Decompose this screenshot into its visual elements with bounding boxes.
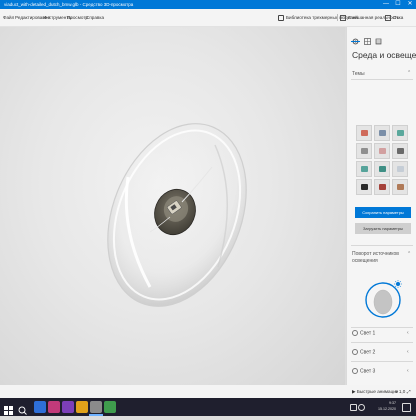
visual-studio-icon[interactable]: [62, 401, 74, 413]
theme-thumbnail[interactable]: [374, 179, 390, 195]
other-label: Отка: [393, 15, 404, 20]
taskbar: 9:37 15.12.2020: [0, 398, 416, 416]
other-icon: [385, 14, 391, 21]
rotate-lights-label-line1: Поворот источников: [352, 251, 399, 257]
toolbar-separator: [337, 14, 338, 21]
rotate-lights-label-line2: освещения: [352, 258, 378, 264]
play-icon: ▶: [352, 389, 356, 394]
theme-thumbnail[interactable]: [356, 161, 372, 177]
divider: [351, 79, 413, 80]
app-icon[interactable]: [104, 401, 116, 413]
themes-header[interactable]: Темы: [352, 71, 365, 77]
theme-swatch: [361, 166, 368, 172]
chevron-left-icon[interactable]: ‹: [407, 349, 409, 355]
theme-swatch: [379, 166, 386, 172]
volume-icon[interactable]: [358, 404, 365, 411]
network-icon[interactable]: [350, 404, 357, 411]
active-tab-indicator: [351, 41, 360, 42]
library-icon: [278, 14, 284, 21]
mixed-reality-icon: [340, 14, 346, 21]
menu-help[interactable]: Справка: [86, 9, 104, 26]
theme-swatch: [361, 130, 368, 136]
theme-thumbnail[interactable]: [374, 143, 390, 159]
window-title: viaduct_with-detailed_dutch_bmw.glb - Ср…: [4, 2, 134, 7]
windows-start-icon[interactable]: [4, 402, 13, 415]
theme-swatch: [397, 130, 404, 136]
menu-view[interactable]: Просмотр: [67, 9, 88, 26]
clock-date[interactable]: 15.12.2020: [370, 407, 396, 411]
light-1-label: Свет 1: [360, 330, 376, 337]
close-button[interactable]: ✕: [404, 0, 416, 9]
theme-swatch: [397, 184, 404, 190]
zoom-control[interactable]: ⌕ 1,0: [395, 385, 405, 398]
3d-viewer-taskbar-icon[interactable]: [90, 401, 102, 413]
theme-swatch: [361, 148, 368, 154]
chevron-up-icon[interactable]: ⌃: [407, 70, 411, 76]
theme-thumbnail[interactable]: [392, 143, 408, 159]
menu-file[interactable]: Файл: [3, 9, 14, 26]
theme-thumbnail[interactable]: [392, 125, 408, 141]
theme-swatch: [397, 166, 404, 172]
animations-label: Быстрые анимации: [356, 389, 399, 394]
theme-thumbnail[interactable]: [356, 125, 372, 141]
light-rotation-dial[interactable]: [361, 273, 407, 327]
minimize-button[interactable]: —: [380, 0, 392, 9]
file-explorer-icon[interactable]: [76, 401, 88, 413]
light-3-row[interactable]: Свет 3: [352, 368, 375, 374]
notifications-icon[interactable]: [402, 403, 411, 412]
active-app-indicator: [89, 414, 103, 416]
tab-stats[interactable]: [364, 32, 371, 45]
zoom-icon: ⌕: [395, 389, 398, 394]
theme-thumbnail[interactable]: [374, 125, 390, 141]
theme-swatch: [379, 148, 386, 154]
theme-swatch: [379, 130, 386, 136]
load-settings-button[interactable]: Загрузить параметры: [355, 223, 411, 234]
light-1-toggle[interactable]: [352, 330, 358, 336]
layers-icon: [375, 38, 382, 45]
chevron-left-icon[interactable]: ‹: [407, 330, 409, 336]
light-2-label: Свет 2: [360, 349, 376, 356]
expand-icon[interactable]: ⤢: [407, 385, 411, 398]
panel-title: Среда и освещение: [352, 50, 416, 60]
chevron-up-icon[interactable]: ⌃: [407, 251, 411, 257]
3d-model[interactable]: [0, 27, 345, 398]
light-3-toggle[interactable]: [352, 368, 358, 374]
divider: [351, 327, 413, 328]
divider: [351, 245, 413, 246]
theme-thumbnail[interactable]: [374, 161, 390, 177]
theme-thumbnail[interactable]: [356, 179, 372, 195]
theme-thumbnail[interactable]: [356, 143, 372, 159]
status-bar: ▶ Быстрые анимации ⌕ 1,0 ⤢: [0, 385, 416, 398]
search-icon[interactable]: [18, 402, 27, 415]
divider: [351, 342, 413, 343]
apply-settings-button[interactable]: Сохранить параметры: [355, 207, 411, 218]
environment-panel: Среда и освещение Темы ⌃ Сохранить парам…: [346, 27, 416, 398]
menu-bar: Файл Редактирование Инструменты Просмотр…: [0, 9, 416, 27]
divider: [351, 361, 413, 362]
3d-viewport[interactable]: [0, 27, 345, 398]
tab-mesh[interactable]: [375, 32, 382, 45]
theme-swatch: [379, 184, 386, 190]
theme-thumbnail[interactable]: [392, 179, 408, 195]
theme-thumbnail[interactable]: [392, 161, 408, 177]
animations-toggle[interactable]: ▶ Быстрые анимации: [352, 385, 398, 398]
light-handle-icon: [394, 280, 402, 288]
app-icon[interactable]: [48, 401, 60, 413]
theme-swatch: [361, 184, 368, 190]
grid-icon: [364, 38, 371, 45]
maximize-button[interactable]: ☐: [392, 0, 404, 9]
other-button[interactable]: Отка: [385, 9, 403, 26]
edge-browser-icon[interactable]: [34, 401, 46, 413]
clock-time[interactable]: 9:37: [370, 401, 396, 405]
chevron-left-icon[interactable]: ‹: [407, 368, 409, 374]
theme-swatch: [397, 148, 404, 154]
tab-environment[interactable]: [352, 32, 359, 45]
light-2-toggle[interactable]: [352, 349, 358, 355]
zoom-value: 1,0: [398, 389, 406, 394]
light-3-label: Свет 3: [360, 368, 376, 375]
light-1-row[interactable]: Свет 1: [352, 330, 375, 336]
light-2-row[interactable]: Свет 2: [352, 349, 375, 355]
title-bar: viaduct_with-detailed_dutch_bmw.glb - Ср…: [0, 0, 416, 9]
